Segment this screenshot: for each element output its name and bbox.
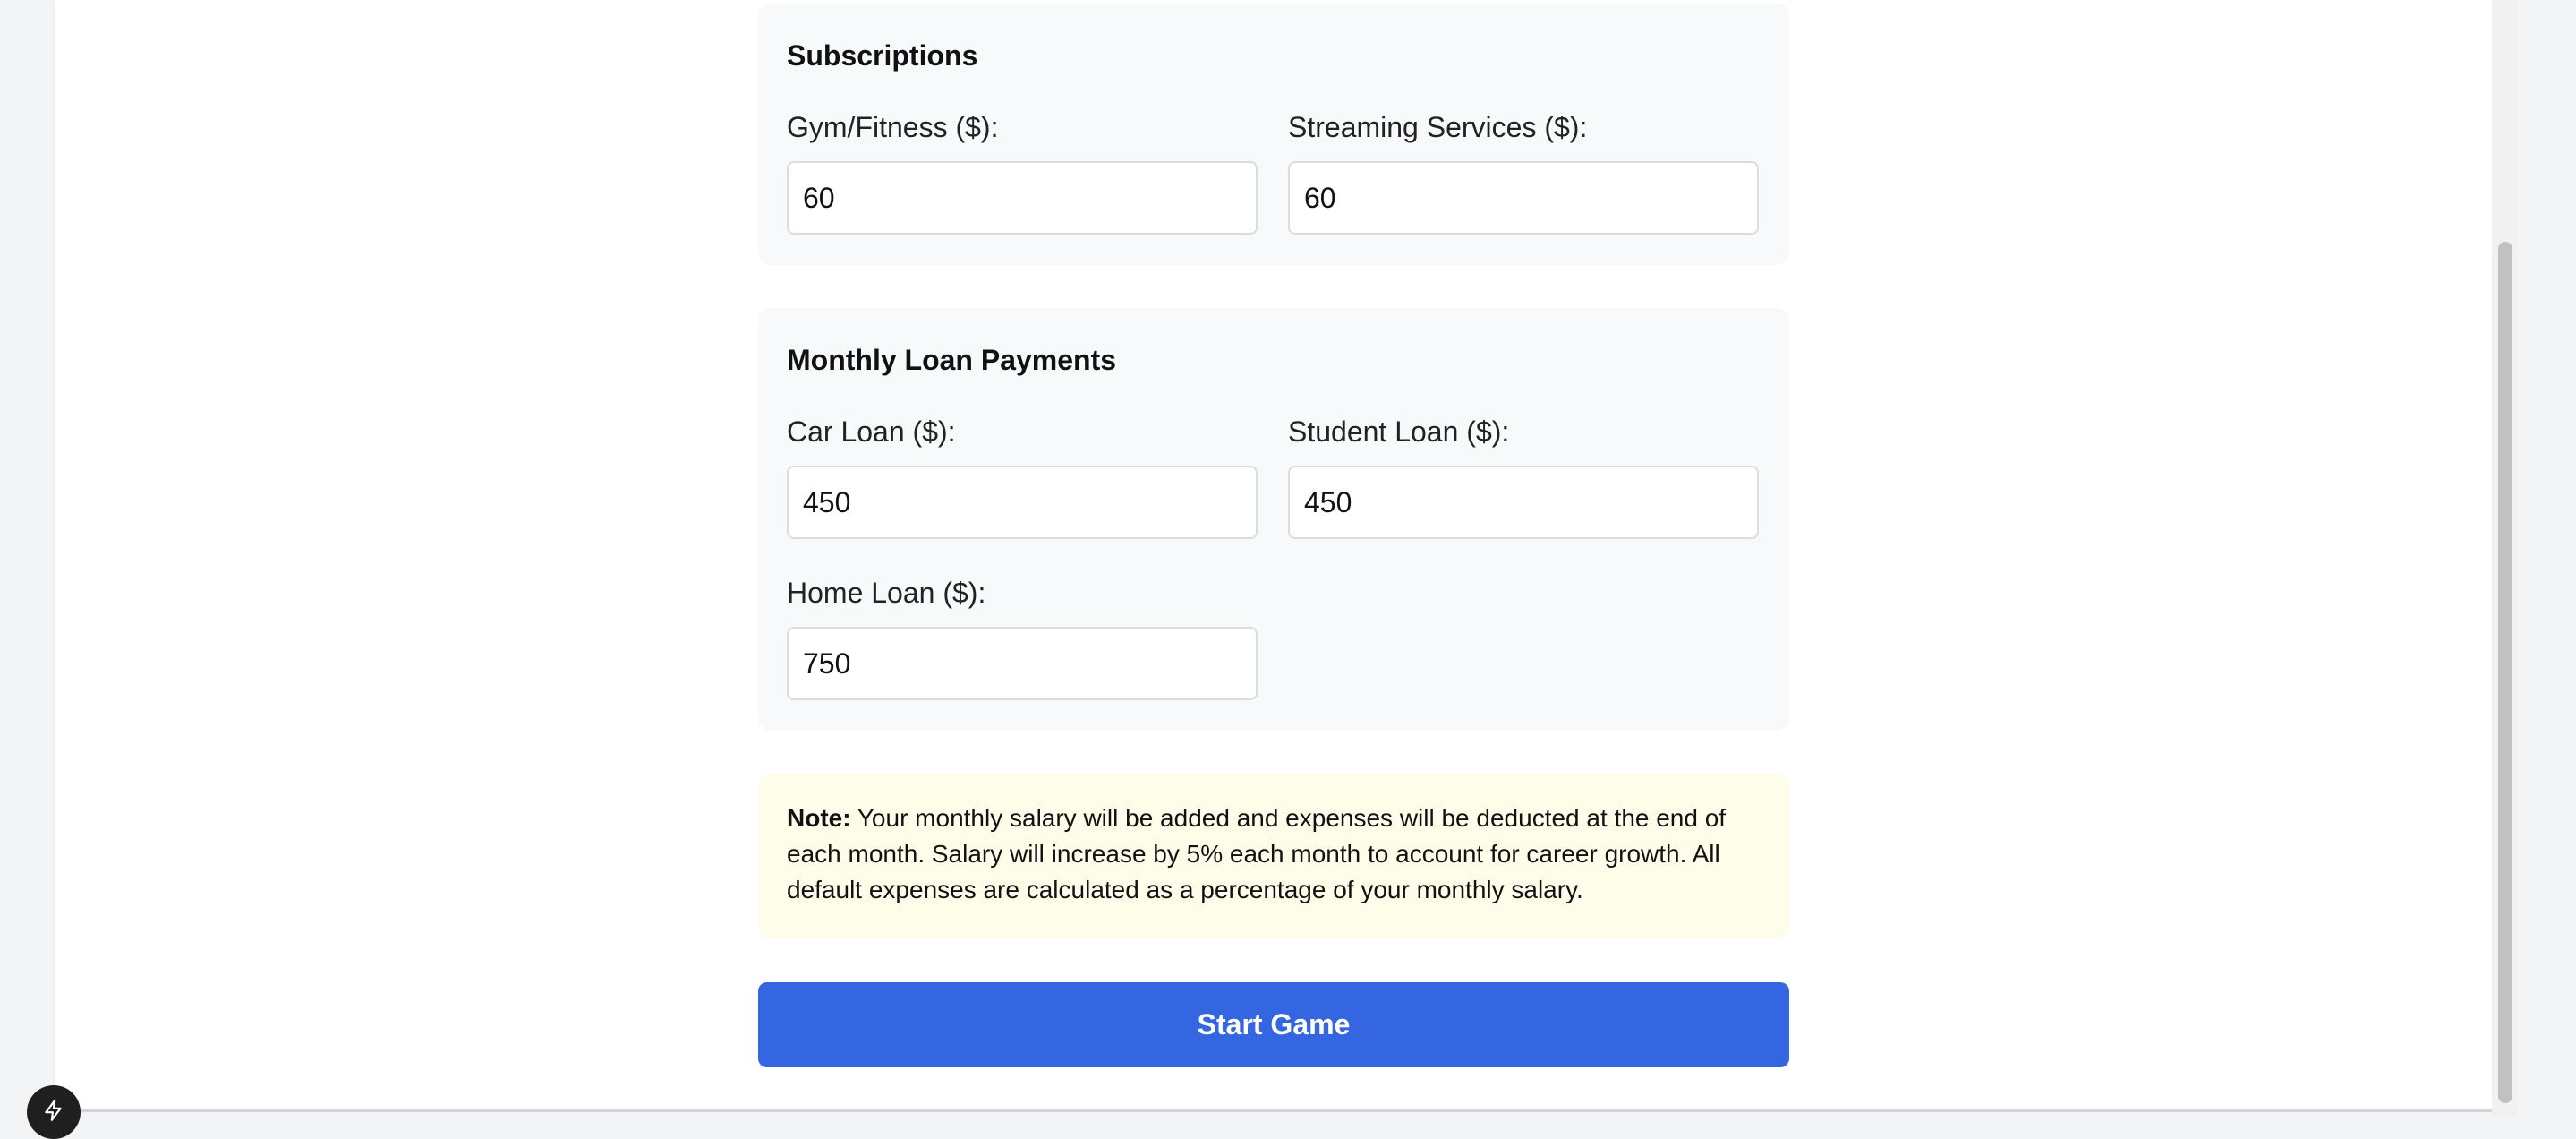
student-loan-label: Student Loan ($):	[1288, 415, 1510, 448]
note-box: Note: Your monthly salary will be added …	[758, 774, 1789, 938]
car-loan-label: Car Loan ($):	[787, 415, 956, 448]
lightning-bolt-icon	[42, 1099, 65, 1126]
floating-action-button[interactable]	[27, 1085, 81, 1139]
home-loan-label: Home Loan ($):	[787, 577, 986, 609]
streaming-services-label: Streaming Services ($):	[1288, 111, 1588, 143]
panel-bottom-border	[55, 1109, 2492, 1112]
note-label: Note:	[787, 804, 851, 832]
student-loan-input[interactable]	[1288, 466, 1759, 539]
start-game-button[interactable]: Start Game	[758, 982, 1789, 1067]
gym-fitness-label: Gym/Fitness ($):	[787, 111, 999, 143]
monthly-loan-payments-section: Monthly Loan Payments Car Loan ($): Stud…	[758, 308, 1789, 731]
gym-fitness-input[interactable]	[787, 161, 1258, 235]
home-loan-input[interactable]	[787, 627, 1258, 700]
car-loan-input[interactable]	[787, 466, 1258, 539]
note-text: Your monthly salary will be added and ex…	[787, 804, 1727, 903]
subscriptions-title: Subscriptions	[787, 39, 978, 72]
subscriptions-section: Subscriptions Gym/Fitness ($): Streaming…	[758, 4, 1789, 265]
streaming-services-input[interactable]	[1288, 161, 1759, 235]
loan-payments-title: Monthly Loan Payments	[787, 344, 1117, 376]
scrollbar-thumb[interactable]	[2498, 242, 2512, 1103]
